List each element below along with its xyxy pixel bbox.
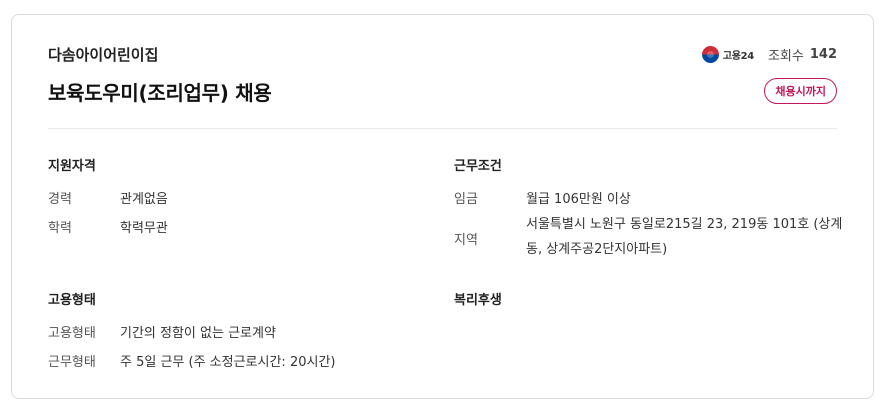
info-value: 주 5일 근무 (주 소정근로시간: 20시간) [120, 355, 336, 370]
section-title: 근무조건 [454, 159, 502, 174]
info-key: 경력 [48, 192, 72, 207]
source-logo: 고용24 [701, 46, 754, 63]
info-value: 학력무관 [120, 221, 168, 236]
views-label: 조회수 [767, 49, 804, 64]
job-title: 보육도우미(조리업무) 채용 [48, 81, 272, 105]
info-key: 지역 [454, 233, 478, 248]
section-title: 지원자격 [48, 159, 96, 174]
info-value: 서울특별시 노원구 동일로215길 23, 219동 101호 (상계동, 상계… [526, 217, 843, 257]
section-title: 고용형태 [48, 293, 96, 308]
info-key: 근무형태 [48, 355, 96, 370]
job-posting-card: 다솜아이어린이집 보육도우미(조리업무) 채용 고용24 조회수 142 채용시… [11, 14, 874, 399]
qualifications-section: 지원자격 경력 관계없음 학력 학력무관 [48, 155, 428, 255]
benefits-section: 복리후생 [454, 289, 844, 329]
info-value: 기간의 정함이 없는 근로계약 [120, 326, 276, 341]
deadline-badge: 채용시까지 [764, 78, 837, 104]
views-count: 142 [809, 47, 837, 62]
info-key: 고용형태 [48, 326, 96, 341]
section-title: 복리후생 [454, 293, 502, 308]
info-key: 임금 [454, 192, 478, 207]
taegeuk-logo-icon [701, 46, 719, 63]
header-divider [48, 128, 837, 129]
conditions-section: 근무조건 임금 월급 106만원 이상 지역 서울특별시 노원구 동일로215길… [454, 155, 844, 275]
posting-meta: 고용24 조회수 142 [701, 45, 837, 64]
info-value: 관계없음 [120, 192, 168, 207]
info-key: 학력 [48, 221, 72, 236]
info-value: 월급 106만원 이상 [526, 192, 631, 207]
company-name: 다솜아이어린이집 [48, 46, 159, 64]
employment-section: 고용형태 고용형태 기간의 정함이 없는 근로계약 근무형태 주 5일 근무 (… [48, 289, 438, 379]
source-logo-text: 고용24 [722, 51, 754, 62]
